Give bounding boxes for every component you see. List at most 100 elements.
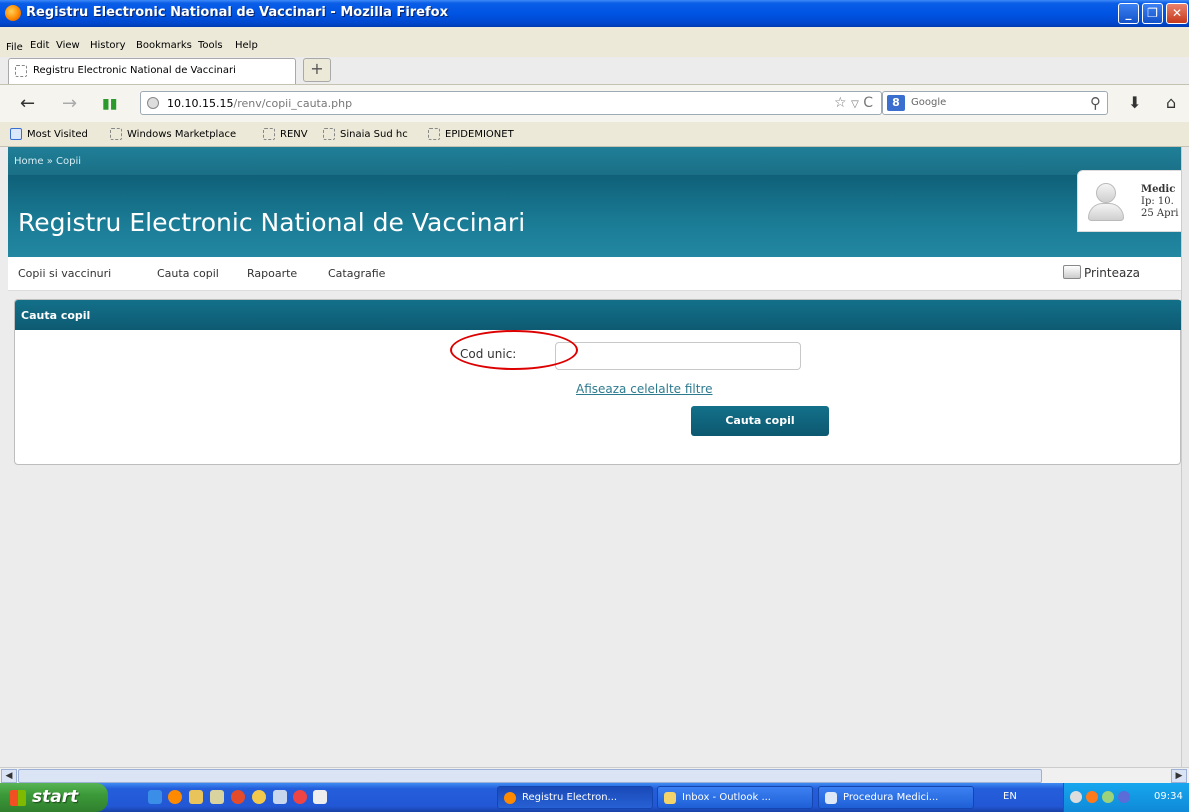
firefox-icon (504, 792, 516, 804)
user-date: 25 Apri (1141, 208, 1179, 219)
reload-icon[interactable]: C (863, 95, 873, 111)
taskbar-item-outlook[interactable]: Inbox - Outlook ... (657, 786, 813, 809)
start-button[interactable]: start (0, 783, 108, 812)
language-indicator[interactable]: EN (1003, 791, 1017, 802)
menu-edit[interactable]: Edit (30, 40, 49, 51)
window-title: Registru Electronic National de Vaccinar… (26, 5, 448, 20)
print-label: Printeaza (1084, 266, 1140, 280)
firefox-quicklaunch-icon[interactable] (168, 790, 182, 804)
magnifier-icon[interactable]: ⚲ (1090, 94, 1101, 112)
windows-flag-icon (10, 790, 26, 806)
window-title-bar[interactable]: Registru Electronic National de Vaccinar… (0, 0, 1189, 27)
bookmark-label: Sinaia Sud hc (340, 129, 408, 140)
search-engine-label: Google (911, 97, 947, 108)
user-avatar-icon (1086, 183, 1124, 223)
search-panel: Cauta copil Cod unic: Afiseaza celelalte… (14, 299, 1181, 465)
tray-icon[interactable] (1086, 791, 1098, 803)
url-controls: ☆ ▽ C (834, 95, 873, 111)
tray-icon[interactable] (1070, 791, 1082, 803)
menu-bookmarks[interactable]: Bookmarks (136, 40, 192, 51)
menu-cauta-copil[interactable]: Cauta copil (157, 267, 219, 280)
horizontal-scrollbar[interactable]: ◀ ▶ (0, 767, 1189, 783)
breadcrumb-text[interactable]: Home » Copii (14, 156, 81, 167)
bookmark-epidemionet[interactable]: EPIDEMIONET (428, 128, 514, 140)
cod-unic-input[interactable] (555, 342, 801, 370)
search-child-button[interactable]: Cauta copil (691, 406, 829, 436)
ie-icon[interactable] (148, 790, 162, 804)
back-arrow-icon[interactable]: ← (20, 93, 35, 114)
network-icon[interactable] (1102, 791, 1114, 803)
forward-arrow-icon[interactable]: → (62, 93, 77, 114)
menu-history[interactable]: History (90, 40, 126, 51)
task-label: Registru Electron... (522, 792, 618, 803)
bookmark-icon (323, 128, 335, 140)
url-path: /renv/copii_cauta.php (233, 97, 353, 110)
task-label: Procedura Medici... (843, 792, 939, 803)
bookmark-sinaia-sud[interactable]: Sinaia Sud hc (323, 128, 408, 140)
chrome-icon[interactable] (293, 790, 307, 804)
vertical-scrollbar[interactable] (1181, 147, 1189, 767)
menu-rapoarte[interactable]: Rapoarte (247, 267, 297, 280)
firefox-icon (5, 5, 21, 21)
search-bar[interactable]: 8 Google ⚲ (882, 91, 1108, 115)
document-icon[interactable] (313, 790, 327, 804)
bookmark-label: RENV (280, 129, 308, 140)
user-info: Medic Ip: 10. 25 Apri (1141, 184, 1179, 220)
bookmark-label: Windows Marketplace (127, 129, 237, 140)
tray-icon[interactable] (1118, 791, 1130, 803)
main-menu: Copii si vaccinuri Cauta copil Rapoarte … (8, 257, 1181, 291)
menu-tools[interactable]: Tools (198, 40, 223, 51)
smiley-icon[interactable] (252, 790, 266, 804)
start-label: start (32, 787, 79, 807)
site-header: Registru Electronic National de Vaccinar… (8, 175, 1181, 257)
scroll-right-arrow-icon[interactable]: ▶ (1171, 769, 1187, 783)
breadcrumb: Home » Copii (8, 147, 1181, 175)
word-icon (825, 792, 837, 804)
print-button[interactable]: Printeaza (1063, 265, 1140, 280)
tool-icon[interactable] (210, 790, 224, 804)
menu-copii-si-vaccinuri[interactable]: Copii si vaccinuri (18, 267, 111, 280)
scroll-thumb[interactable] (18, 769, 1042, 783)
star-bookmark-icon[interactable]: ☆ (834, 95, 847, 111)
opera-icon[interactable] (231, 790, 245, 804)
clock: 09:34 (1154, 791, 1183, 802)
minimize-button[interactable]: _ (1118, 3, 1139, 24)
menu-view[interactable]: View (56, 40, 80, 51)
bookmark-renv[interactable]: RENV (263, 128, 308, 140)
home-icon[interactable]: ⌂ (1166, 93, 1176, 112)
address-bar[interactable]: 10.10.15.15/renv/copii_cauta.php ☆ ▽ C (140, 91, 882, 115)
url-host: 10.10.15.15 (167, 97, 234, 110)
user-card: Medic Ip: 10. 25 Apri (1077, 170, 1181, 232)
most-visited-icon (10, 128, 22, 140)
taskbar-item-word[interactable]: Procedura Medici... (818, 786, 974, 809)
printer-icon (1063, 265, 1081, 279)
new-tab-button[interactable]: + (303, 58, 331, 82)
dropdown-arrow-icon[interactable]: ▽ (851, 99, 859, 110)
outlook-icon (664, 792, 676, 804)
show-filters-link[interactable]: Afiseaza celelalte filtre (576, 382, 713, 396)
download-arrow-icon[interactable]: ⬇ (1128, 93, 1141, 112)
search-engine-icon[interactable]: 8 (887, 95, 905, 111)
menu-help[interactable]: Help (235, 40, 258, 51)
bookmark-icon (110, 128, 122, 140)
browser-tab[interactable]: Registru Electronic National de Vaccinar… (8, 58, 296, 84)
menu-file[interactable]: File (6, 42, 23, 53)
bookmark-windows-marketplace[interactable]: Windows Marketplace (110, 128, 236, 140)
globe-icon (147, 97, 159, 109)
user-name: Medic (1141, 184, 1176, 195)
bookmark-label: Most Visited (27, 129, 88, 140)
user-ip: Ip: 10. (1141, 196, 1174, 207)
taskbar-item-firefox[interactable]: Registru Electron... (497, 786, 653, 809)
system-tray: 09:34 (1063, 783, 1189, 812)
close-button[interactable]: ✕ (1166, 3, 1188, 24)
bookmark-label: EPIDEMIONET (445, 129, 514, 140)
bookmark-icon (263, 128, 275, 140)
page-favicon-icon (15, 65, 27, 77)
menu-catagrafie[interactable]: Catagrafie (328, 267, 385, 280)
signal-bars-icon[interactable]: ▮▮ (102, 96, 117, 112)
bookmark-most-visited[interactable]: Most Visited (10, 128, 88, 140)
scroll-left-arrow-icon[interactable]: ◀ (1, 769, 17, 783)
calculator-icon[interactable] (273, 790, 287, 804)
maximize-button[interactable]: ❐ (1142, 3, 1163, 24)
folder-icon[interactable] (189, 790, 203, 804)
